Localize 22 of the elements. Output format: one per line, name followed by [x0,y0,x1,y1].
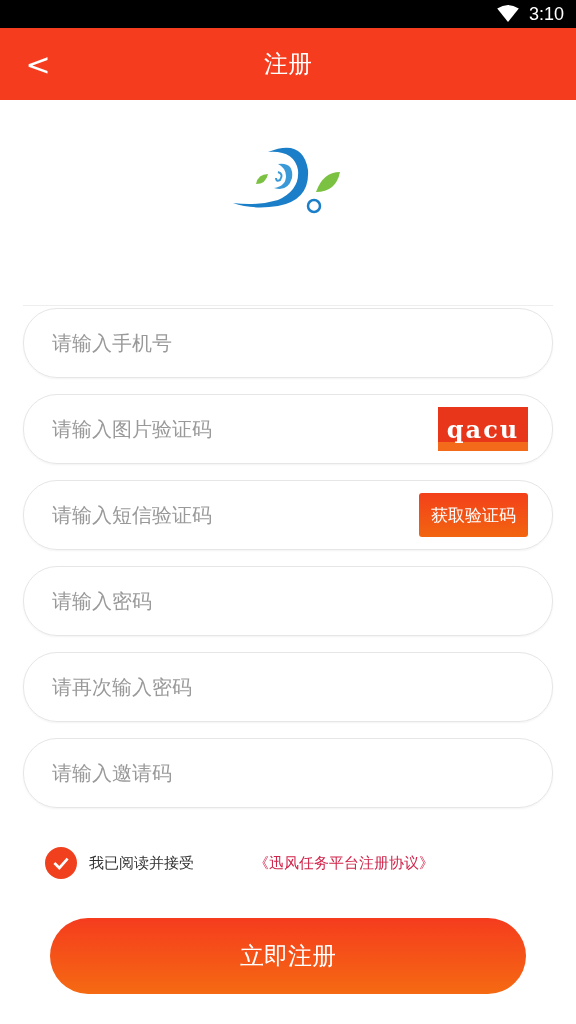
text-input[interactable]: 请输入手机号 [50,330,528,356]
text-input[interactable]: 请输入短信验证码 [50,502,419,528]
back-button[interactable]: < [0,46,76,82]
agreement-label: 我已阅读并接受 [89,853,194,873]
text-input[interactable]: 请输入图片验证码 [50,416,438,442]
checkbox[interactable] [45,847,77,879]
wifi-icon [496,5,519,23]
input-field[interactable]: 请输入密码 [23,566,553,636]
status-time: 3:10 [528,3,564,25]
page-title: 注册 [264,49,312,80]
text-input[interactable]: 请输入邀请码 [50,760,528,786]
text-input[interactable]: 请再次输入密码 [50,674,528,700]
register-button[interactable]: 立即注册 [50,918,526,994]
input-field[interactable]: 请输入短信验证码 获取验证码 [23,480,553,550]
input-field[interactable]: 请输入图片验证码 qacu [23,394,553,464]
get-code-button[interactable]: 获取验证码 [419,493,528,537]
input-field[interactable]: 请输入手机号 [23,308,553,378]
input-field[interactable]: 请输入邀请码 [23,738,553,808]
captcha-image[interactable]: qacu [438,407,528,451]
text-input[interactable]: 请输入密码 [50,588,528,614]
input-field[interactable]: 请再次输入密码 [23,652,553,722]
agreement-link[interactable]: 《迅风任务平台注册协议》 [254,853,434,873]
